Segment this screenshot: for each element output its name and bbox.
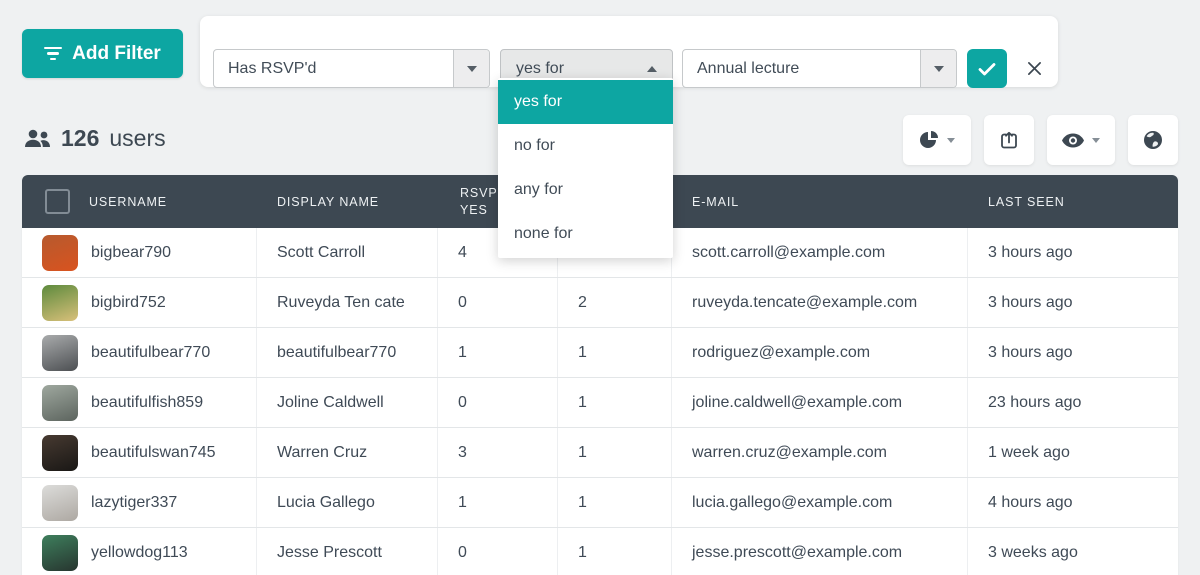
apply-filter-button[interactable] <box>967 49 1007 88</box>
rsvp-yes-cell: 0 <box>438 378 558 427</box>
avatar <box>42 435 78 471</box>
rsvp-other-cell: 1 <box>558 328 672 377</box>
display-name-cell: Ruveyda Ten cate <box>257 278 438 327</box>
check-icon <box>978 62 996 76</box>
email-cell: jesse.prescott@example.com <box>672 528 968 575</box>
rsvp-other-cell: 1 <box>558 378 672 427</box>
filter-value-value: Annual lecture <box>683 60 920 78</box>
username-cell: bigbear790 <box>91 244 171 262</box>
table-body: bigbear790 Scott Carroll 4 2 scott.carro… <box>22 228 1178 575</box>
username-cell: yellowdog113 <box>91 544 188 562</box>
dropdown-option-no-for[interactable]: no for <box>498 124 673 168</box>
email-cell: ruveyda.tencate@example.com <box>672 278 968 327</box>
rsvp-yes-cell: 0 <box>438 278 558 327</box>
username-cell: beautifulbear770 <box>91 344 210 362</box>
display-name-cell: Jesse Prescott <box>257 528 438 575</box>
table-row[interactable]: beautifulswan745 Warren Cruz 3 1 warren.… <box>22 428 1178 478</box>
email-cell: lucia.gallego@example.com <box>672 478 968 527</box>
caret-down-icon <box>947 138 955 143</box>
last-seen-cell: 3 weeks ago <box>968 528 1178 575</box>
username-cell: lazytiger337 <box>91 494 177 512</box>
username-cell: bigbird752 <box>91 294 166 312</box>
display-name-cell: beautifulbear770 <box>257 328 438 377</box>
table-row[interactable]: lazytiger337 Lucia Gallego 1 1 lucia.gal… <box>22 478 1178 528</box>
avatar <box>42 535 78 571</box>
last-seen-cell: 23 hours ago <box>968 378 1178 427</box>
avatar <box>42 285 78 321</box>
display-name-cell: Lucia Gallego <box>257 478 438 527</box>
email-cell: joline.caldwell@example.com <box>672 378 968 427</box>
export-icon <box>999 130 1019 150</box>
select-all-checkbox[interactable] <box>45 189 70 214</box>
avatar <box>42 235 78 271</box>
avatar <box>42 335 78 371</box>
table-row[interactable]: beautifulfish859 Joline Caldwell 0 1 jol… <box>22 378 1178 428</box>
caret-down-icon <box>920 50 956 87</box>
column-header-display-name: DISPLAY NAME <box>277 195 379 209</box>
dropdown-option-any-for[interactable]: any for <box>498 168 673 212</box>
avatar <box>42 485 78 521</box>
rsvp-other-cell: 2 <box>558 278 672 327</box>
last-seen-cell: 4 hours ago <box>968 478 1178 527</box>
caret-down-icon <box>453 50 489 87</box>
rsvp-yes-cell: 3 <box>438 428 558 477</box>
table-row[interactable]: bigbird752 Ruveyda Ten cate 0 2 ruveyda.… <box>22 278 1178 328</box>
user-count: 126 <box>61 125 99 152</box>
close-icon <box>1027 61 1042 76</box>
add-filter-label: Add Filter <box>72 43 161 65</box>
caret-up-icon <box>632 66 672 72</box>
rsvp-yes-cell: 0 <box>438 528 558 575</box>
operator-dropdown-menu: yes for no for any for none for <box>498 78 673 258</box>
chart-button[interactable] <box>903 115 971 165</box>
user-count-summary: 126 users <box>24 123 166 153</box>
email-cell: scott.carroll@example.com <box>672 228 968 277</box>
column-header-last-seen: LAST SEEN <box>988 195 1065 209</box>
eye-icon <box>1062 133 1084 148</box>
column-header-email: E-MAIL <box>692 195 739 209</box>
filter-field-value: Has RSVP'd <box>214 60 453 78</box>
filter-bar: Has RSVP'd yes for Annual lecture <box>200 16 1058 87</box>
avatar <box>42 385 78 421</box>
table-row[interactable]: beautifulbear770 beautifulbear770 1 1 ro… <box>22 328 1178 378</box>
dropdown-option-none-for[interactable]: none for <box>498 212 673 256</box>
filter-field-select[interactable]: Has RSVP'd <box>213 49 490 88</box>
globe-icon <box>1143 130 1163 150</box>
rsvp-other-cell: 1 <box>558 478 672 527</box>
display-name-cell: Warren Cruz <box>257 428 438 477</box>
username-cell: beautifulswan745 <box>91 444 216 462</box>
dropdown-option-yes-for[interactable]: yes for <box>498 80 673 124</box>
last-seen-cell: 3 hours ago <box>968 228 1178 277</box>
rsvp-other-cell: 1 <box>558 428 672 477</box>
last-seen-cell: 3 hours ago <box>968 278 1178 327</box>
user-count-label: users <box>109 125 165 152</box>
last-seen-cell: 3 hours ago <box>968 328 1178 377</box>
remove-filter-button[interactable] <box>1017 49 1051 88</box>
username-cell: beautifulfish859 <box>91 394 203 412</box>
rsvp-other-cell: 1 <box>558 528 672 575</box>
user-list-page: Add Filter Has RSVP'd yes for Annual lec… <box>0 0 1200 575</box>
visibility-button[interactable] <box>1047 115 1115 165</box>
last-seen-cell: 1 week ago <box>968 428 1178 477</box>
export-button[interactable] <box>984 115 1034 165</box>
column-header-username: USERNAME <box>89 195 167 209</box>
table-row[interactable]: yellowdog113 Jesse Prescott 0 1 jesse.pr… <box>22 528 1178 575</box>
table-toolbar <box>903 115 1178 165</box>
filter-operator-value: yes for <box>501 60 632 78</box>
pie-chart-icon <box>919 130 939 150</box>
email-cell: rodriguez@example.com <box>672 328 968 377</box>
add-filter-button[interactable]: Add Filter <box>22 29 183 78</box>
language-button[interactable] <box>1128 115 1178 165</box>
caret-down-icon <box>1092 138 1100 143</box>
email-cell: warren.cruz@example.com <box>672 428 968 477</box>
display-name-cell: Scott Carroll <box>257 228 438 277</box>
people-icon <box>24 129 51 148</box>
filter-lines-icon <box>44 47 62 61</box>
rsvp-yes-cell: 1 <box>438 478 558 527</box>
filter-value-select[interactable]: Annual lecture <box>682 49 957 88</box>
rsvp-yes-cell: 1 <box>438 328 558 377</box>
display-name-cell: Joline Caldwell <box>257 378 438 427</box>
